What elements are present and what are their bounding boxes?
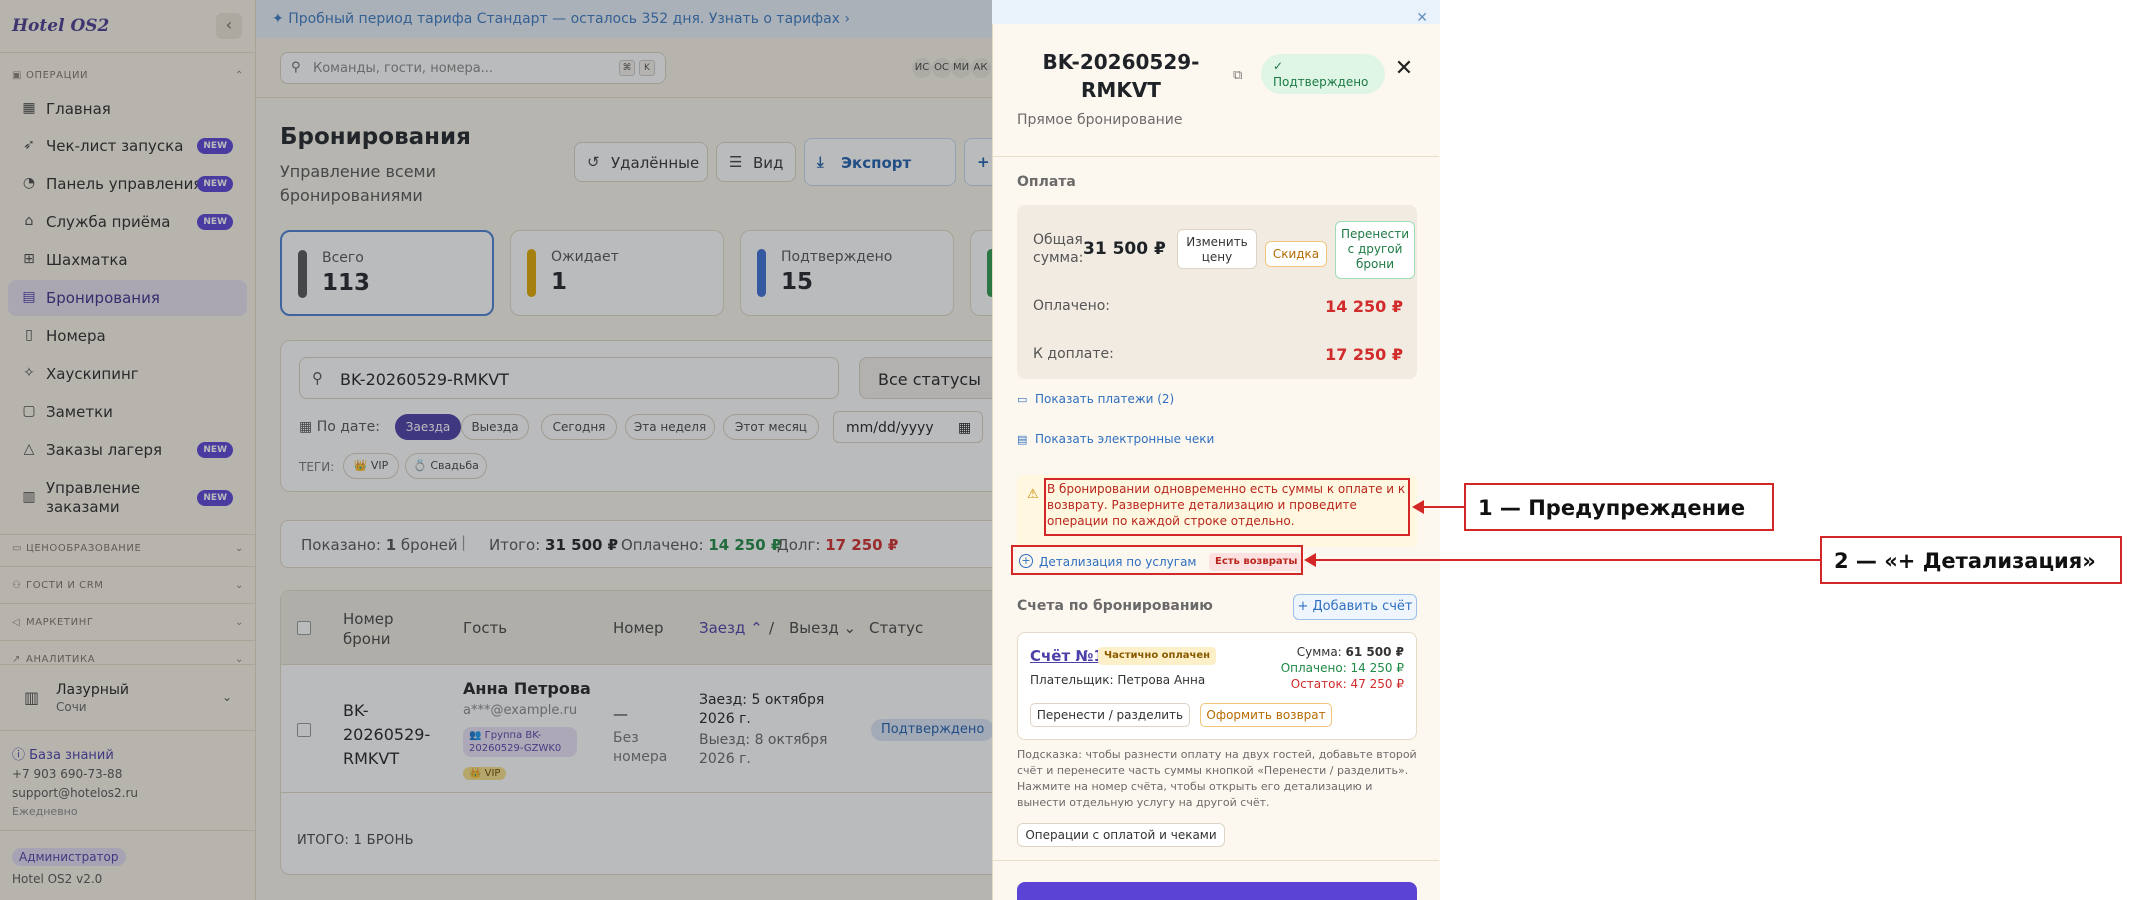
primary-action-button[interactable]: [1017, 882, 1417, 900]
paid-value: 14 250 ₽: [1325, 297, 1403, 316]
annotation-callout-1: 1 — Предупреждение: [1464, 483, 1774, 531]
show-receipts-link[interactable]: ▤ Показать электронные чеки: [1017, 432, 1214, 446]
booking-drawer: BK-20260529-RMKVT ⧉ ✓ Подтверждено ✕ Пря…: [992, 24, 1440, 900]
show-payments-link[interactable]: ▭ Показать платежи (2): [1017, 392, 1174, 406]
close-icon[interactable]: ✕: [1389, 54, 1419, 84]
invoice-sum-label: Сумма:: [1296, 645, 1342, 659]
transfer-split-button[interactable]: Перенести / разделить: [1030, 703, 1190, 727]
invoice-paid: Оплачено: 14 250 ₽: [1280, 661, 1404, 675]
warning-icon: ⚠: [1027, 487, 1039, 502]
invoice-number-link[interactable]: Счёт №1: [1030, 647, 1104, 665]
status-text: Подтверждено: [1273, 75, 1369, 89]
invoice-sum: Сумма: 61 500 ₽: [1297, 645, 1404, 659]
drawer-title: BK-20260529-RMKVT: [1042, 50, 1200, 102]
annotation-highlight-warning: [1044, 478, 1410, 536]
invoice-rest: Остаток: 47 250 ₽: [1290, 677, 1404, 691]
annotation-arrow: [1424, 506, 1464, 508]
due-value: 17 250 ₽: [1325, 345, 1403, 364]
total-value: 31 500 ₽: [1083, 239, 1166, 259]
modal-overlay[interactable]: [0, 0, 992, 900]
callout-text: 1 — Предупреждение: [1478, 496, 1746, 520]
invoice-sum-value: 61 500 ₽: [1345, 645, 1404, 659]
hint-text: Подсказка: чтобы разнести оплату на двух…: [1017, 748, 1417, 809]
invoices-section-title: Счета по бронированию: [1017, 598, 1213, 614]
annotation-arrowhead: [1412, 500, 1424, 514]
due-label: К доплате:: [1033, 346, 1114, 362]
add-invoice-button[interactable]: + Добавить счёт: [1293, 594, 1417, 620]
show-payments-label: Показать платежи (2): [1035, 392, 1175, 406]
paid-label: Оплачено:: [1033, 298, 1111, 314]
discount-button[interactable]: Скидка: [1265, 241, 1327, 267]
show-receipts-label: Показать электронные чеки: [1035, 432, 1215, 446]
card-icon: ▭: [1017, 393, 1028, 406]
invoice-card: Счёт №1 Частично оплачен Плательщик: Пет…: [1017, 632, 1417, 740]
annotation-callout-2: 2 — «+ Детализация»: [1820, 536, 2122, 584]
payment-section-title: Оплата: [1017, 174, 1076, 190]
divider: [993, 860, 1439, 861]
app-window: Hotel OS2 ‹ ▣ ОПЕРАЦИИ ⌃ ▦ Главная ➶ Чек-…: [0, 0, 1440, 900]
invoice-payer: Плательщик: Петрова Анна: [1030, 673, 1206, 687]
status-badge: ✓ Подтверждено: [1261, 54, 1385, 94]
total-label: Общая сумма:: [1033, 232, 1084, 266]
transfer-from-booking-button[interactable]: Перенести с другой брони: [1335, 221, 1415, 279]
divider: [993, 156, 1439, 157]
refund-button[interactable]: Оформить возврат: [1200, 703, 1332, 727]
booking-source: Прямое бронирование: [1017, 112, 1183, 128]
check-circle-icon: ✓: [1273, 59, 1284, 73]
annotation-highlight-details: [1011, 545, 1303, 575]
change-price-button[interactable]: Изменить цену: [1177, 229, 1257, 269]
annotation-arrowhead: [1304, 553, 1316, 567]
copy-icon[interactable]: ⧉: [1233, 68, 1242, 83]
callout-text: 2 — «+ Детализация»: [1834, 549, 2096, 573]
receipt-icon: ▤: [1017, 433, 1028, 446]
payment-card: Общая сумма: 31 500 ₽ Изменить цену Скид…: [1017, 205, 1417, 379]
annotation-arrow: [1316, 559, 1820, 561]
payment-operations-button[interactable]: Операции с оплатой и чеками: [1017, 823, 1225, 847]
invoice-status-badge: Частично оплачен: [1098, 647, 1217, 665]
